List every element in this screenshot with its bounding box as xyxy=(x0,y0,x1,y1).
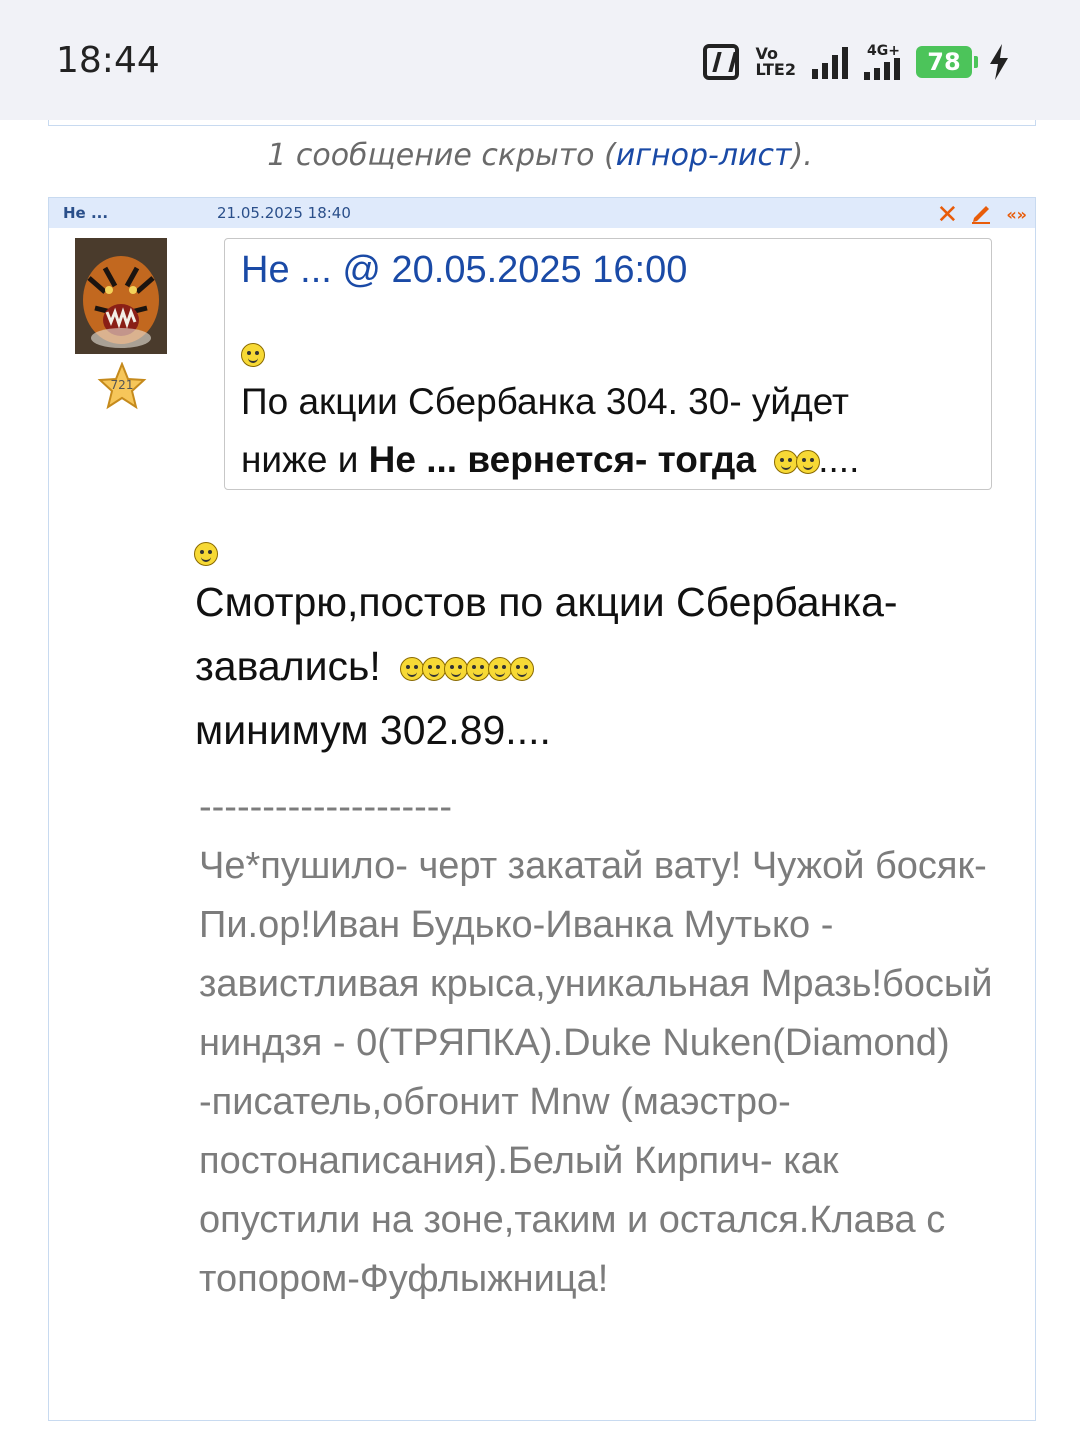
volte-bottom: LTE2 xyxy=(755,60,796,79)
smiley-icon xyxy=(774,450,799,475)
smiley-icon xyxy=(466,657,491,682)
body-line-2: завались! xyxy=(195,643,381,689)
smiley-icon xyxy=(400,657,425,682)
smiley-icon xyxy=(488,657,513,682)
smiley-icon xyxy=(422,657,447,682)
hidden-note-prefix: 1 сообщение скрыто ( xyxy=(267,138,616,173)
network-type: 4G+ xyxy=(867,43,900,59)
delete-icon[interactable]: ✕ xyxy=(937,202,959,228)
forum-post: Не ... 21.05.2025 18:40 ✕ «» 721 Не ... … xyxy=(48,197,1036,1421)
body-line-1: Смотрю,постов по акции Сбербанка- xyxy=(195,579,898,625)
post-author[interactable]: Не ... xyxy=(63,204,108,222)
quote-smileys xyxy=(774,450,821,475)
quote-line-2: ниже и xyxy=(241,439,369,480)
quote-bold-text: Не ... вернется- тогда xyxy=(368,439,756,480)
quote-icon[interactable]: «» xyxy=(1006,205,1027,224)
status-bar: 18:44 Vo LTE2 4G+ 78 xyxy=(0,0,1080,120)
post-actions: ✕ «» xyxy=(937,200,1027,229)
post-date: 21.05.2025 18:40 xyxy=(217,204,351,222)
network-signal: 4G+ xyxy=(864,44,900,80)
signal-icon-2 xyxy=(864,58,900,80)
avatar[interactable] xyxy=(75,238,167,354)
rank-star-icon: 721 xyxy=(97,361,147,410)
hidden-note-suffix: ). xyxy=(791,138,813,173)
smiley-icon xyxy=(194,542,218,566)
edit-icon[interactable] xyxy=(970,200,994,229)
status-icons: Vo LTE2 4G+ 78 xyxy=(703,40,1010,84)
signature-text: Че*пушило- черт закатай вату! Чужой бося… xyxy=(199,845,993,1300)
battery-icon: 78 xyxy=(916,46,978,78)
previous-post-border xyxy=(48,120,1036,126)
post-header: Не ... 21.05.2025 18:40 ✕ «» xyxy=(49,198,1035,228)
smiley-icon xyxy=(241,343,265,367)
hidden-messages-note: 1 сообщение скрыто (игнор-лист). xyxy=(0,138,1080,173)
quote-title[interactable]: Не ... @ 20.05.2025 16:00 xyxy=(241,249,687,292)
quote-ellipsis: .... xyxy=(818,439,860,480)
charging-icon xyxy=(988,44,1010,80)
body-smileys xyxy=(400,657,535,682)
signature: -------------------- Че*пушило- черт зак… xyxy=(199,778,999,1309)
quote-text: По акции Сбербанка 304. 30- уйдет ниже и… xyxy=(241,373,981,489)
volte-icon: Vo LTE2 xyxy=(755,46,796,78)
quote-block: Не ... @ 20.05.2025 16:00 По акции Сберб… xyxy=(224,238,992,490)
smiley-icon xyxy=(510,657,535,682)
clock: 18:44 xyxy=(56,40,160,81)
ignore-list-link[interactable]: игнор-лист xyxy=(616,138,792,173)
nfc-icon xyxy=(703,44,740,80)
signal-icon xyxy=(812,45,848,79)
smiley-icon xyxy=(444,657,469,682)
smiley-icon xyxy=(796,450,821,475)
rank-number: 721 xyxy=(110,378,134,392)
post-body: Смотрю,постов по акции Сбербанка- завали… xyxy=(195,570,1015,762)
signature-separator: -------------------- xyxy=(199,786,453,828)
body-line-3: минимум 302.89.... xyxy=(195,707,551,753)
quote-line-1: По акции Сбербанка 304. 30- уйдет xyxy=(241,381,849,422)
